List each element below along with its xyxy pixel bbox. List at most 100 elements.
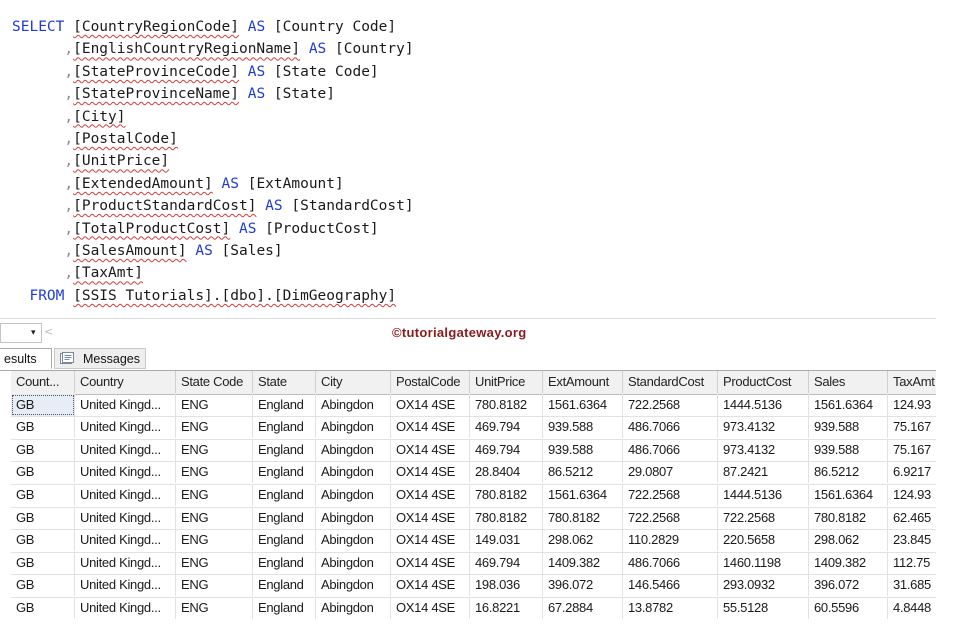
table-cell[interactable]: Abingdon — [316, 484, 391, 506]
table-cell[interactable]: United Kingd... — [75, 597, 176, 619]
table-cell[interactable]: 973.4132 — [718, 416, 809, 439]
table-cell[interactable]: United Kingd... — [75, 438, 176, 461]
table-cell[interactable]: 486.7066 — [623, 551, 718, 574]
code-line[interactable]: FROM [SSIS Tutorials].[dbo].[DimGeograph… — [12, 285, 396, 307]
table-cell[interactable]: 298.062 — [543, 529, 623, 552]
table-cell[interactable]: 28.8404 — [470, 461, 543, 484]
table-cell[interactable]: 13.8782 — [623, 597, 718, 619]
table-cell[interactable]: GB — [11, 529, 75, 552]
table-cell[interactable]: 722.2568 — [623, 506, 718, 529]
table-cell[interactable]: GB — [11, 438, 75, 461]
table-cell[interactable]: United Kingd... — [75, 574, 176, 597]
column-header[interactable]: TaxAmt — [888, 371, 936, 393]
sql-editor[interactable]: SELECT [CountryRegionCode] AS [Country C… — [0, 8, 936, 313]
table-cell[interactable]: Abingdon — [316, 416, 391, 439]
table-cell[interactable]: 396.072 — [809, 574, 888, 597]
table-cell[interactable]: OX14 4SE — [391, 393, 470, 416]
table-cell[interactable]: 1444.5136 — [718, 393, 809, 416]
table-cell[interactable]: United Kingd... — [75, 461, 176, 484]
table-cell[interactable]: 1561.6364 — [543, 484, 623, 506]
table-cell[interactable]: OX14 4SE — [391, 461, 470, 484]
table-cell[interactable]: ENG — [176, 506, 253, 529]
table-cell[interactable]: 780.8182 — [470, 393, 543, 416]
table-cell[interactable]: United Kingd... — [75, 393, 176, 416]
table-cell[interactable]: Abingdon — [316, 506, 391, 529]
table-cell[interactable]: 939.588 — [809, 416, 888, 439]
table-cell[interactable]: Abingdon — [316, 529, 391, 552]
table-cell[interactable]: OX14 4SE — [391, 551, 470, 574]
table-cell[interactable]: Abingdon — [316, 574, 391, 597]
table-cell[interactable]: 60.5596 — [809, 597, 888, 619]
table-cell[interactable]: OX14 4SE — [391, 416, 470, 439]
table-cell[interactable]: GB — [11, 461, 75, 484]
table-cell[interactable]: 939.588 — [543, 416, 623, 439]
table-cell[interactable]: 62.465 — [888, 507, 936, 529]
table-row[interactable]: GB United Kingd... ENG England Abingdon OX14 … — [11, 393, 936, 418]
table-cell[interactable]: England — [253, 529, 316, 552]
code-line[interactable]: , [ProductStandardCost] AS [StandardCost] — [12, 195, 413, 217]
table-row[interactable]: GB United Kingd... ENG England Abingdon OX14 … — [11, 506, 936, 531]
table-cell[interactable]: 23.845 — [888, 529, 936, 551]
table-cell[interactable]: ENG — [176, 393, 253, 416]
table-cell[interactable]: ENG — [176, 529, 253, 552]
table-cell[interactable]: OX14 4SE — [391, 484, 470, 506]
code-line[interactable]: , [ExtendedAmount] AS [ExtAmount] — [12, 173, 343, 195]
table-cell[interactable]: 780.8182 — [809, 506, 888, 529]
table-cell[interactable]: 16.8221 — [470, 597, 543, 619]
table-cell[interactable]: 780.8182 — [470, 484, 543, 506]
table-row[interactable]: GB United Kingd... ENG England Abingdon OX14 … — [11, 551, 936, 576]
table-cell[interactable]: OX14 4SE — [391, 529, 470, 552]
table-cell[interactable]: England — [253, 438, 316, 461]
table-cell[interactable]: England — [253, 461, 316, 484]
table-cell[interactable]: 124.93 — [888, 394, 936, 416]
table-cell[interactable]: ENG — [176, 484, 253, 506]
column-header[interactable]: StandardCost — [623, 371, 718, 393]
table-cell[interactable]: Abingdon — [316, 551, 391, 574]
code-line[interactable]: , [TaxAmt] — [12, 262, 143, 284]
table-cell[interactable]: 486.7066 — [623, 438, 718, 461]
table-cell[interactable]: 1561.6364 — [543, 393, 623, 416]
table-cell[interactable]: 293.0932 — [718, 574, 809, 597]
table-cell[interactable]: ENG — [176, 597, 253, 619]
table-cell[interactable]: 1561.6364 — [809, 484, 888, 506]
code-line[interactable]: , [PostalCode] — [12, 128, 178, 150]
table-cell[interactable]: 939.588 — [543, 438, 623, 461]
column-header[interactable]: Count... — [11, 371, 75, 393]
table-row[interactable]: GB United Kingd... ENG England Abingdon OX14 … — [11, 438, 936, 463]
table-cell[interactable]: United Kingd... — [75, 529, 176, 552]
table-cell[interactable]: 220.5658 — [718, 529, 809, 552]
table-cell[interactable]: 55.5128 — [718, 597, 809, 619]
column-header[interactable]: UnitPrice — [470, 371, 543, 393]
table-cell[interactable]: 722.2568 — [623, 393, 718, 416]
table-cell[interactable]: 486.7066 — [623, 416, 718, 439]
table-cell[interactable]: 146.5466 — [623, 574, 718, 597]
table-row[interactable]: GB United Kingd... ENG England Abingdon OX14 … — [11, 574, 936, 598]
table-cell[interactable]: 75.167 — [888, 416, 936, 438]
code-line[interactable]: , [UnitPrice] — [12, 150, 169, 172]
table-cell[interactable]: 86.5212 — [809, 461, 888, 484]
table-cell[interactable]: Abingdon — [316, 393, 391, 416]
column-header[interactable]: Country — [75, 371, 176, 393]
table-row[interactable]: GB United Kingd... ENG England Abingdon OX14 … — [11, 529, 936, 553]
column-header[interactable]: State — [253, 371, 316, 393]
table-cell[interactable]: 1561.6364 — [809, 393, 888, 416]
table-cell[interactable]: 1409.382 — [543, 551, 623, 574]
table-cell[interactable]: 1460.1198 — [718, 551, 809, 574]
table-cell[interactable]: England — [253, 416, 316, 439]
table-cell[interactable]: 722.2568 — [623, 484, 718, 506]
table-cell[interactable]: 86.5212 — [543, 461, 623, 484]
table-cell[interactable]: England — [253, 597, 316, 619]
table-cell[interactable]: ENG — [176, 416, 253, 439]
table-cell[interactable]: 87.2421 — [718, 461, 809, 484]
table-cell[interactable]: England — [253, 574, 316, 597]
table-row[interactable]: GB United Kingd... ENG England Abingdon OX14 … — [11, 597, 936, 619]
table-cell[interactable]: GB — [11, 597, 75, 619]
table-cell[interactable]: ENG — [176, 438, 253, 461]
table-cell[interactable]: GB — [11, 393, 75, 416]
table-cell[interactable]: 1409.382 — [809, 551, 888, 574]
table-cell[interactable]: 722.2568 — [718, 506, 809, 529]
table-cell[interactable]: 112.75 — [888, 552, 936, 574]
table-cell[interactable]: OX14 4SE — [391, 574, 470, 597]
code-line[interactable]: SELECT [CountryRegionCode] AS [Country C… — [12, 16, 396, 38]
table-cell[interactable]: United Kingd... — [75, 484, 176, 506]
